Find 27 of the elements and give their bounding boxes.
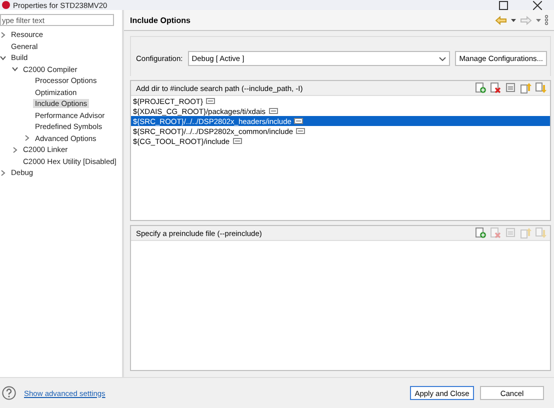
variable-icon <box>206 98 216 104</box>
collapsed-chevron-icon[interactable] <box>12 146 18 153</box>
help-icon[interactable] <box>2 386 16 400</box>
caret-icon[interactable] <box>511 18 516 22</box>
collapsed-chevron-icon[interactable] <box>0 170 6 176</box>
collapsed-chevron-icon[interactable] <box>0 32 6 38</box>
page-title: Include Options <box>130 16 190 24</box>
variable-icon <box>296 128 306 134</box>
add-file-icon[interactable] <box>475 82 487 94</box>
add-file-icon[interactable] <box>475 227 487 239</box>
caret-icon[interactable] <box>536 18 541 22</box>
maximize-icon[interactable] <box>499 0 508 10</box>
variable-icon <box>268 108 278 114</box>
more-icon[interactable] <box>545 15 548 25</box>
close-icon[interactable] <box>533 0 542 10</box>
delete-file-icon[interactable] <box>490 82 502 94</box>
expanded-chevron-icon[interactable] <box>0 54 6 61</box>
move-down-icon[interactable] <box>535 82 547 94</box>
edit-file-icon[interactable] <box>505 82 517 94</box>
chevron-icon <box>439 56 446 60</box>
collapsed-chevron-icon[interactable] <box>24 135 30 142</box>
move-up-icon[interactable] <box>520 82 532 94</box>
expanded-chevron-icon[interactable] <box>12 66 18 72</box>
back-arrow-icon[interactable] <box>495 16 507 24</box>
variable-icon <box>232 138 242 144</box>
variable-icon <box>294 118 304 124</box>
app-icon <box>2 1 10 9</box>
